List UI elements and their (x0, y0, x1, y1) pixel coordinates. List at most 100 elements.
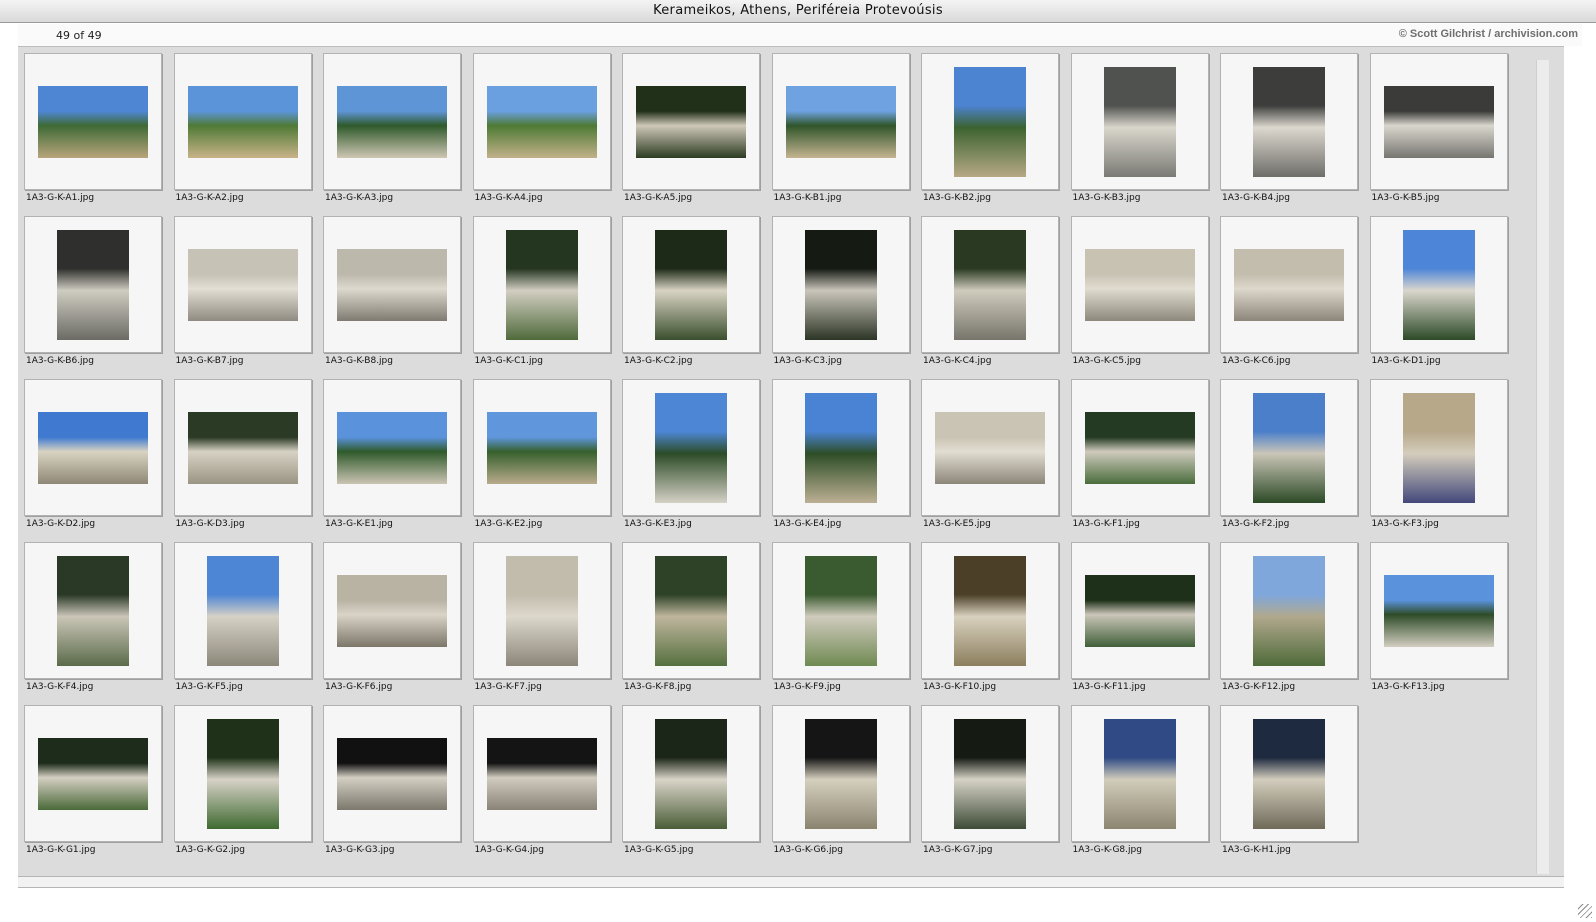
thumbnail-item[interactable]: 1A3-G-K-E5.jpg (921, 379, 1059, 542)
thumbnail-image[interactable] (38, 85, 148, 158)
thumbnail-item[interactable]: 1A3-G-K-E3.jpg (622, 379, 760, 542)
thumbnail-image[interactable] (655, 229, 727, 340)
thumbnail-image[interactable] (1402, 229, 1475, 340)
thumbnail-item[interactable]: 1A3-G-K-G1.jpg (24, 705, 162, 868)
thumbnail-item[interactable]: 1A3-G-K-D1.jpg (1369, 216, 1508, 379)
thumbnail-item[interactable]: 1A3-G-K-B4.jpg (1220, 53, 1358, 216)
thumbnail-item[interactable]: 1A3-G-K-F12.jpg (1220, 542, 1358, 705)
thumbnail-image[interactable] (655, 718, 727, 829)
thumbnail-item[interactable]: 1A3-G-K-F8.jpg (622, 542, 760, 705)
thumbnail-item[interactable]: 1A3-G-K-A3.jpg (323, 53, 461, 216)
thumbnail-image[interactable] (804, 718, 877, 829)
thumbnail-image[interactable] (1402, 392, 1475, 503)
thumbnail-image[interactable] (1253, 66, 1325, 177)
thumbnail-image[interactable] (486, 85, 597, 158)
thumbnail-image[interactable] (1253, 392, 1325, 503)
thumbnail-item[interactable]: 1A3-G-K-A5.jpg (622, 53, 760, 216)
thumbnail-image[interactable] (57, 555, 129, 666)
thumbnail-image[interactable] (337, 85, 447, 158)
thumbnail-item[interactable]: 1A3-G-K-C5.jpg (1070, 216, 1209, 379)
thumbnail-image[interactable] (1234, 248, 1344, 321)
vertical-scrollbar[interactable] (1536, 60, 1549, 874)
thumbnail-image[interactable] (187, 248, 298, 321)
thumbnail-image[interactable] (655, 555, 727, 666)
thumbnail-item[interactable]: 1A3-G-K-A2.jpg (173, 53, 312, 216)
thumbnail-item[interactable]: 1A3-G-K-C4.jpg (921, 216, 1059, 379)
thumbnail-image[interactable] (1084, 574, 1195, 647)
thumbnail-item[interactable]: 1A3-G-K-G3.jpg (323, 705, 461, 868)
thumbnail-item[interactable]: 1A3-G-K-F10.jpg (921, 542, 1059, 705)
thumbnail-image[interactable] (954, 718, 1026, 829)
thumbnail-image[interactable] (187, 411, 298, 484)
thumbnail-item[interactable]: 1A3-G-K-G2.jpg (173, 705, 312, 868)
thumbnail-image[interactable] (505, 555, 578, 666)
thumbnail-item[interactable]: 1A3-G-K-C6.jpg (1220, 216, 1358, 379)
thumbnail-image[interactable] (1084, 248, 1195, 321)
thumbnail-item[interactable]: 1A3-G-K-F3.jpg (1369, 379, 1508, 542)
thumbnail-image[interactable] (1103, 718, 1176, 829)
thumbnail-image[interactable] (1383, 574, 1494, 647)
thumbnail-item[interactable]: 1A3-G-K-E1.jpg (323, 379, 461, 542)
thumbnail-item[interactable]: 1A3-G-K-G6.jpg (771, 705, 910, 868)
thumbnail-image[interactable] (57, 229, 129, 340)
thumbnail-item[interactable]: 1A3-G-K-F11.jpg (1070, 542, 1209, 705)
thumbnail-item[interactable]: 1A3-G-K-C3.jpg (771, 216, 910, 379)
thumbnail-item[interactable]: 1A3-G-K-F1.jpg (1070, 379, 1209, 542)
thumbnail-image[interactable] (1103, 66, 1176, 177)
thumbnail-image[interactable] (486, 411, 597, 484)
thumbnail-image[interactable] (636, 85, 746, 158)
thumbnail-image[interactable] (337, 248, 447, 321)
thumbnail-image[interactable] (804, 555, 877, 666)
thumbnail-image[interactable] (1084, 411, 1195, 484)
thumbnail-item[interactable]: 1A3-G-K-F5.jpg (173, 542, 312, 705)
thumbnail-image[interactable] (954, 555, 1026, 666)
thumbnail-item[interactable]: 1A3-G-K-C2.jpg (622, 216, 760, 379)
thumbnail-item[interactable]: 1A3-G-K-E2.jpg (472, 379, 611, 542)
thumbnail-item[interactable]: 1A3-G-K-C1.jpg (472, 216, 611, 379)
thumbnail-item[interactable]: 1A3-G-K-B1.jpg (771, 53, 910, 216)
thumbnail-image[interactable] (935, 411, 1045, 484)
thumbnail-image[interactable] (785, 85, 896, 158)
thumbnail-image[interactable] (954, 66, 1026, 177)
thumbnail-item[interactable]: 1A3-G-K-G4.jpg (472, 705, 611, 868)
thumbnail-item[interactable]: 1A3-G-K-B8.jpg (323, 216, 461, 379)
thumbnail-item[interactable]: 1A3-G-K-F6.jpg (323, 542, 461, 705)
thumbnail-item[interactable]: 1A3-G-K-D2.jpg (24, 379, 162, 542)
thumbnail-image[interactable] (1253, 555, 1325, 666)
thumbnail-item[interactable]: 1A3-G-K-B2.jpg (921, 53, 1059, 216)
window-title-bar[interactable]: Kerameikos, Athens, Periféreia Protevoús… (0, 0, 1596, 23)
thumbnail-image[interactable] (954, 229, 1026, 340)
thumbnail-item[interactable]: 1A3-G-K-A4.jpg (472, 53, 611, 216)
thumbnail-item[interactable]: 1A3-G-K-B7.jpg (173, 216, 312, 379)
thumbnail-image[interactable] (505, 229, 578, 340)
thumbnail-image[interactable] (804, 392, 877, 503)
thumbnail-item[interactable]: 1A3-G-K-F7.jpg (472, 542, 611, 705)
resize-grip-icon[interactable] (1578, 904, 1592, 918)
thumbnail-image[interactable] (38, 737, 148, 810)
thumbnail-item[interactable]: 1A3-G-K-E4.jpg (771, 379, 910, 542)
thumbnail-image[interactable] (187, 85, 298, 158)
thumbnail-item[interactable]: 1A3-G-K-F4.jpg (24, 542, 162, 705)
thumbnail-item[interactable]: 1A3-G-K-G5.jpg (622, 705, 760, 868)
thumbnail-item[interactable]: 1A3-G-K-F2.jpg (1220, 379, 1358, 542)
thumbnail-item[interactable]: 1A3-G-K-D3.jpg (173, 379, 312, 542)
thumbnail-item[interactable]: 1A3-G-K-F9.jpg (771, 542, 910, 705)
thumbnail-image[interactable] (1383, 85, 1494, 158)
thumbnail-item[interactable]: 1A3-G-K-A1.jpg (24, 53, 162, 216)
thumbnail-item[interactable]: 1A3-G-K-G8.jpg (1070, 705, 1209, 868)
thumbnail-image[interactable] (337, 737, 447, 810)
thumbnail-image[interactable] (486, 737, 597, 810)
thumbnail-image[interactable] (38, 411, 148, 484)
thumbnail-item[interactable]: 1A3-G-K-B6.jpg (24, 216, 162, 379)
thumbnail-image[interactable] (804, 229, 877, 340)
thumbnail-item[interactable]: 1A3-G-K-B3.jpg (1070, 53, 1209, 216)
thumbnail-image[interactable] (206, 555, 279, 666)
thumbnail-item[interactable]: 1A3-G-K-F13.jpg (1369, 542, 1508, 705)
thumbnail-item[interactable]: 1A3-G-K-H1.jpg (1220, 705, 1358, 868)
thumbnail-image[interactable] (655, 392, 727, 503)
thumbnail-image[interactable] (337, 574, 447, 647)
thumbnail-image[interactable] (1253, 718, 1325, 829)
thumbnail-item[interactable]: 1A3-G-K-B5.jpg (1369, 53, 1508, 216)
thumbnail-image[interactable] (206, 718, 279, 829)
thumbnail-item[interactable]: 1A3-G-K-G7.jpg (921, 705, 1059, 868)
